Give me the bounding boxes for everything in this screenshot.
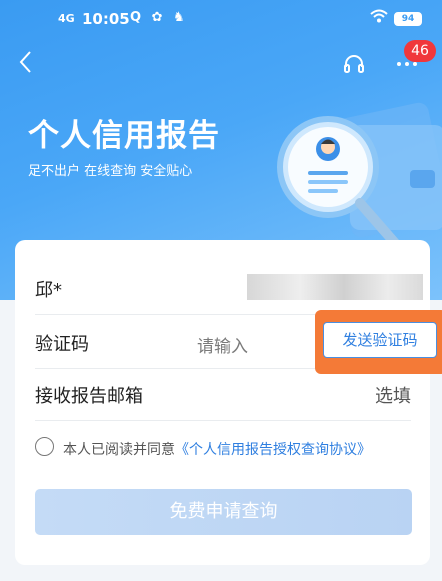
submit-query-button[interactable]: 免费申请查询 — [35, 489, 412, 535]
agree-checkbox[interactable] — [35, 437, 54, 456]
wifi-icon — [370, 9, 388, 27]
name-row: 邱* — [35, 262, 423, 315]
masked-id-value — [247, 274, 423, 300]
status-time: 10:05 — [82, 10, 130, 28]
page-title: 个人信用报告 — [28, 118, 220, 154]
application-form-card: 邱* 验证码 请输入 发送验证码 接收报告邮箱 选填 本人已阅读并同意《个人信用… — [15, 240, 442, 565]
email-row: 接收报告邮箱 选填 — [35, 368, 411, 421]
agreement-link[interactable]: 《个人信用报告授权查询协议》 — [175, 442, 371, 458]
signal-icon: 4G — [58, 12, 75, 25]
send-code-highlight: 发送验证码 — [315, 310, 442, 374]
back-icon[interactable] — [18, 50, 42, 74]
battery-icon: 94 — [394, 12, 422, 26]
name-label: 邱* — [35, 280, 62, 301]
credit-report-illustration — [270, 85, 442, 260]
email-label: 接收报告邮箱 — [35, 386, 143, 407]
code-input[interactable]: 请输入 — [197, 332, 248, 357]
notification-icons: Q ✿ ♞ — [130, 10, 188, 25]
code-label: 验证码 — [35, 334, 89, 355]
agreement-row: 本人已阅读并同意《个人信用报告授权查询协议》 — [35, 436, 415, 460]
send-code-button[interactable]: 发送验证码 — [323, 322, 437, 358]
email-input[interactable]: 选填 — [375, 382, 411, 408]
page-subtitle: 足不出户 在线查询 安全贴心 — [28, 164, 193, 179]
headset-icon[interactable] — [342, 52, 366, 81]
status-bar: 4G 10:05 Q ✿ ♞ 94 — [0, 0, 442, 40]
agreement-prefix: 本人已阅读并同意 — [63, 442, 175, 458]
agreement-text: 本人已阅读并同意《个人信用报告授权查询协议》 — [63, 439, 371, 459]
verification-code-row: 验证码 请输入 发送验证码 — [35, 310, 442, 374]
message-count-badge: 46 — [404, 40, 436, 62]
